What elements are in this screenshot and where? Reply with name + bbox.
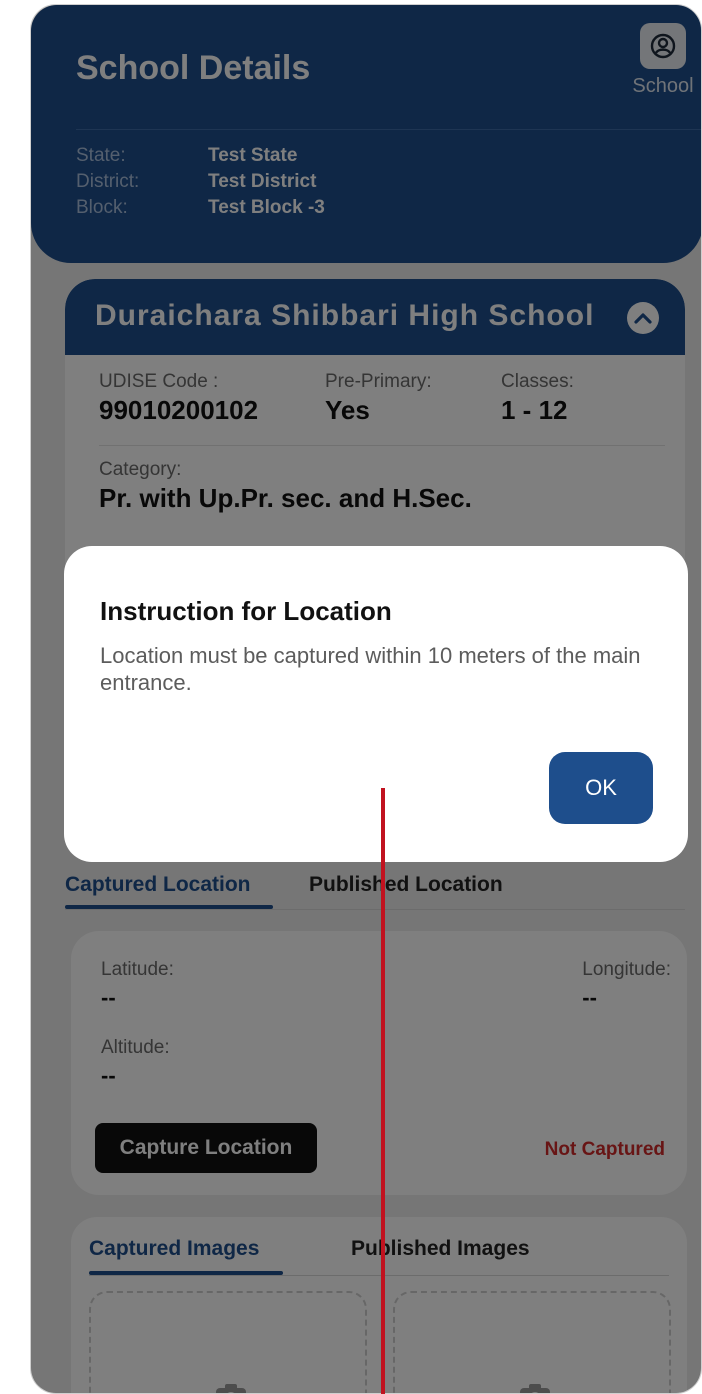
dialog-message: Location must be captured within 10 mete… <box>100 643 641 695</box>
dialog-title: Instruction for Location <box>100 596 392 626</box>
phone-frame: School Details School State: Test State <box>0 0 702 1394</box>
location-instruction-dialog: Instruction for Location Location must b… <box>64 546 688 862</box>
ok-button[interactable]: OK <box>549 752 653 824</box>
annotation-line <box>381 788 385 1394</box>
